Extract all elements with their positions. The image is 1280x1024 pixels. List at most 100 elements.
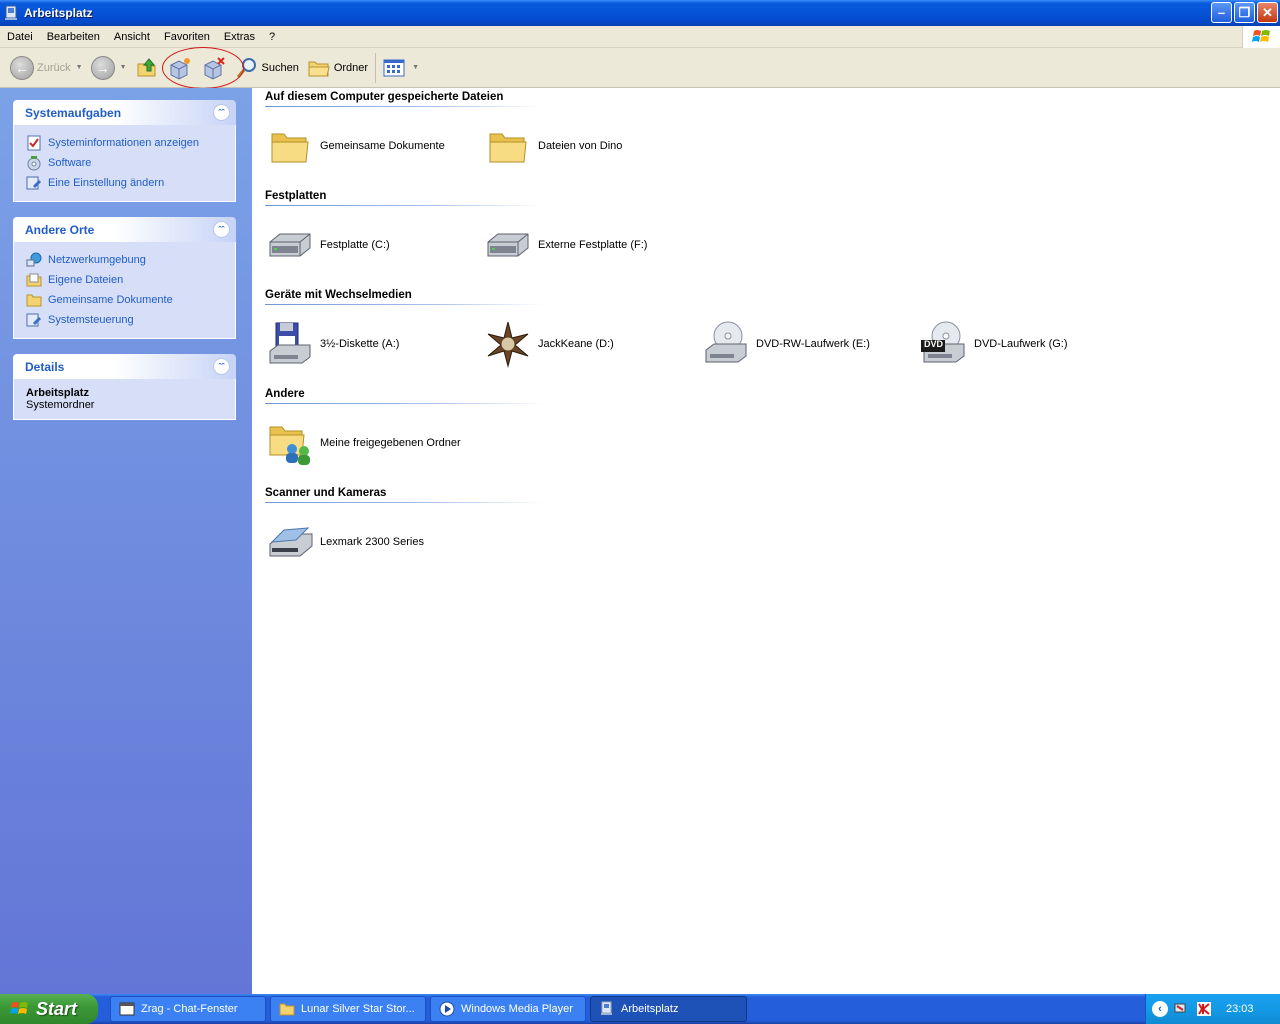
menu-favoriten[interactable]: Favoriten — [157, 31, 217, 43]
hard-disk-icon — [487, 233, 529, 257]
windows-logo-icon — [10, 1002, 28, 1014]
software-icon — [27, 156, 41, 171]
restore-button[interactable]: ❐ — [1234, 2, 1255, 23]
floppy-drive-icon — [269, 322, 311, 364]
chevron-down-icon[interactable]: ▼ — [120, 64, 127, 71]
network-tray-icon[interactable] — [1174, 1002, 1190, 1016]
item-drive-c[interactable]: Festplatte (C:) — [266, 221, 390, 269]
taskbar-chat-window[interactable]: Zrag - Chat-Fenster — [110, 996, 266, 1022]
collapse-icon[interactable]: ˆˆ — [213, 104, 230, 121]
taskbar: Start Zrag - Chat-Fenster Lunar Silver S… — [0, 994, 1280, 1024]
task-system-info[interactable]: Systeminformationen anzeigen — [26, 133, 224, 153]
folder-icon — [279, 1003, 295, 1016]
details-box: Details ˆˆ Arbeitsplatz Systemordner — [13, 354, 236, 420]
hard-disk-icon — [269, 233, 311, 257]
item-drive-d[interactable]: JackKeane (D:) — [484, 320, 614, 368]
item-shared-folders[interactable]: Meine freigegebenen Ordner — [266, 419, 461, 467]
antivirus-tray-icon[interactable] — [1196, 1001, 1212, 1017]
menu-datei[interactable]: Datei — [0, 31, 40, 43]
item-label: Lexmark 2300 Series — [320, 536, 424, 548]
views-button[interactable]: ▼ — [379, 51, 423, 85]
minimize-button[interactable]: – — [1211, 2, 1232, 23]
task-change-setting[interactable]: Eine Einstellung ändern — [26, 173, 224, 193]
taskbar-label: Lunar Silver Star Stor... — [301, 1003, 415, 1015]
group-removable: Geräte mit Wechselmedien — [265, 289, 412, 301]
place-label: Gemeinsame Dokumente — [48, 294, 173, 306]
place-label: Systemsteuerung — [48, 314, 134, 326]
item-dvdrw-e[interactable]: DVD-RW-Laufwerk (E:) — [702, 320, 870, 368]
start-button[interactable]: Start — [0, 994, 98, 1024]
settings-icon — [26, 176, 42, 190]
item-label: Meine freigegebenen Ordner — [320, 437, 461, 449]
taskbar-lunar-folder[interactable]: Lunar Silver Star Stor... — [270, 996, 426, 1022]
item-label: DVD-RW-Laufwerk (E:) — [756, 338, 870, 350]
window-title: Arbeitsplatz — [24, 6, 93, 20]
system-tasks-box: Systemaufgaben ˆˆ Systeminformationen an… — [13, 100, 236, 202]
checklist-icon — [27, 135, 41, 151]
taskbar-my-computer[interactable]: Arbeitsplatz — [590, 996, 747, 1022]
forward-button[interactable]: → ▼ — [87, 51, 131, 85]
windows-logo-icon — [1242, 26, 1280, 48]
tray-expand-icon[interactable]: ‹ — [1152, 1001, 1168, 1017]
collapse-icon[interactable]: ˆˆ — [213, 358, 230, 375]
other-places-header[interactable]: Andere Orte ˆˆ — [13, 217, 236, 242]
details-name: Arbeitsplatz — [26, 387, 89, 399]
item-lexmark-scanner[interactable]: Lexmark 2300 Series — [266, 518, 424, 566]
menu-bearbeiten[interactable]: Bearbeiten — [40, 31, 107, 43]
menu-ansicht[interactable]: Ansicht — [107, 31, 157, 43]
title-bar: Arbeitsplatz – ❐ ✕ — [0, 0, 1280, 26]
media-player-icon — [439, 1001, 455, 1017]
search-label: Suchen — [261, 61, 299, 74]
item-label: DVD-Laufwerk (G:) — [974, 338, 1068, 350]
place-network[interactable]: Netzwerkumgebung — [26, 250, 224, 270]
group-divider — [265, 502, 545, 503]
menu-extras[interactable]: Extras — [217, 31, 262, 43]
item-label: Dateien von Dino — [538, 140, 623, 152]
system-tasks-title: Systemaufgaben — [25, 105, 122, 120]
other-places-box: Andere Orte ˆˆ Netzwerkumgebung Eigene D… — [13, 217, 236, 339]
task-software[interactable]: Software — [26, 153, 224, 173]
details-type: Systemordner — [26, 399, 95, 411]
menu-help[interactable]: ? — [262, 31, 282, 43]
group-divider — [265, 403, 545, 404]
network-globe-icon — [26, 252, 42, 267]
chevron-down-icon[interactable]: ▼ — [76, 64, 83, 71]
system-tasks-header[interactable]: Systemaufgaben ˆˆ — [13, 100, 236, 125]
item-dvd-g[interactable]: DVD DVD-Laufwerk (G:) — [920, 320, 1068, 368]
task-label: Systeminformationen anzeigen — [48, 137, 200, 149]
group-hard-disks: Festplatten — [265, 190, 327, 202]
clock[interactable]: 23:03 — [1226, 1003, 1254, 1015]
shared-folder-icon — [269, 426, 310, 465]
chevron-down-icon[interactable]: ▼ — [412, 64, 419, 71]
documents-folder-icon — [26, 273, 42, 287]
close-button[interactable]: ✕ — [1257, 2, 1278, 23]
item-label: Externe Festplatte (F:) — [538, 239, 648, 251]
place-shared-documents[interactable]: Gemeinsame Dokumente — [26, 290, 224, 310]
group-divider — [265, 304, 545, 305]
game-disc-star-icon — [487, 321, 529, 368]
taskbar-media-player[interactable]: Windows Media Player — [430, 996, 586, 1022]
group-divider — [265, 205, 545, 206]
content-area: Auf diesem Computer gespeicherte Dateien… — [252, 88, 1280, 994]
folders-button[interactable]: Ordner — [303, 51, 372, 85]
item-drive-f[interactable]: Externe Festplatte (F:) — [484, 221, 647, 269]
folder-icon — [271, 133, 309, 163]
place-my-documents[interactable]: Eigene Dateien — [26, 270, 224, 290]
view-grid-icon — [383, 59, 405, 76]
item-shared-documents[interactable]: Gemeinsame Dokumente — [266, 122, 445, 170]
place-control-panel[interactable]: Systemsteuerung — [26, 310, 224, 330]
item-floppy-a[interactable]: 3½-Diskette (A:) — [266, 320, 399, 368]
item-label: JackKeane (D:) — [538, 338, 614, 350]
annotation-circle — [162, 47, 244, 89]
back-button[interactable]: ← Zurück ▼ — [6, 51, 87, 85]
up-folder-button[interactable] — [131, 51, 163, 85]
item-label: 3½-Diskette (A:) — [320, 338, 400, 350]
collapse-icon[interactable]: ˆˆ — [213, 221, 230, 238]
details-header[interactable]: Details ˆˆ — [13, 354, 236, 379]
dvd-badge: DVD — [924, 339, 944, 349]
taskbar-label: Zrag - Chat-Fenster — [141, 1003, 238, 1015]
folder-icon — [26, 294, 42, 307]
taskbar-label: Arbeitsplatz — [621, 1003, 679, 1015]
item-dino-files[interactable]: Dateien von Dino — [484, 122, 622, 170]
place-label: Netzwerkumgebung — [48, 254, 146, 266]
